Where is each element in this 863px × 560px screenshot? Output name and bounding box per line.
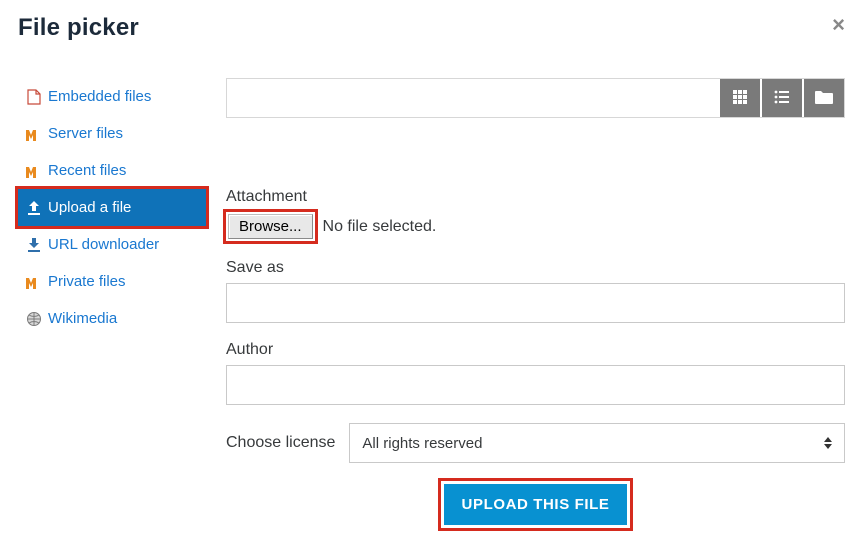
- view-toolbar: [226, 78, 845, 118]
- sidebar-item-url-downloader[interactable]: URL downloader: [18, 226, 206, 263]
- close-icon[interactable]: ×: [832, 14, 845, 36]
- sidebar-item-label: Recent files: [48, 162, 126, 179]
- sidebar-item-server-files[interactable]: Server files: [18, 115, 206, 152]
- view-list-button[interactable]: [762, 79, 802, 117]
- sidebar-item-wikimedia[interactable]: Wikimedia: [18, 300, 206, 337]
- license-label: Choose license: [226, 434, 335, 452]
- upload-icon: [26, 200, 42, 216]
- sidebar-item-label: Embedded files: [48, 88, 151, 105]
- sidebar-item-label: Server files: [48, 125, 123, 142]
- m-icon: [26, 274, 42, 290]
- main-panel: Attachment Browse... No file selected. S…: [226, 78, 845, 528]
- chevron-updown-icon: [824, 437, 832, 449]
- browse-button[interactable]: Browse...: [228, 214, 313, 239]
- author-input[interactable]: [226, 365, 845, 405]
- m-icon: [26, 163, 42, 179]
- view-folder-button[interactable]: [804, 79, 844, 117]
- upload-this-file-button[interactable]: UPLOAD THIS FILE: [444, 484, 628, 525]
- license-selected-value: All rights reserved: [362, 435, 482, 452]
- file-icon: [26, 89, 42, 105]
- folder-icon: [815, 90, 833, 107]
- sidebar-item-label: URL downloader: [48, 236, 159, 253]
- sidebar-item-private-files[interactable]: Private files: [18, 263, 206, 300]
- license-select[interactable]: All rights reserved: [349, 423, 845, 463]
- attachment-label: Attachment: [226, 188, 845, 206]
- download-icon: [26, 237, 42, 253]
- sidebar-item-embedded-files[interactable]: Embedded files: [18, 78, 206, 115]
- list-icon: [774, 89, 790, 108]
- save-as-label: Save as: [226, 259, 845, 277]
- m-icon: [26, 126, 42, 142]
- author-label: Author: [226, 341, 845, 359]
- sidebar-item-recent-files[interactable]: Recent files: [18, 152, 206, 189]
- grid-icon: [732, 89, 748, 108]
- sidebar-item-label: Private files: [48, 273, 126, 290]
- view-grid-button[interactable]: [720, 79, 760, 117]
- sidebar-item-upload-a-file[interactable]: Upload a file: [18, 189, 206, 226]
- repository-sidebar: Embedded files Server files Recent files…: [18, 78, 206, 337]
- sidebar-item-label: Upload a file: [48, 199, 131, 216]
- save-as-input[interactable]: [226, 283, 845, 323]
- globe-icon: [26, 311, 42, 327]
- dialog-title: File picker: [0, 0, 863, 48]
- no-file-selected-text: No file selected.: [323, 218, 437, 236]
- sidebar-item-label: Wikimedia: [48, 310, 117, 327]
